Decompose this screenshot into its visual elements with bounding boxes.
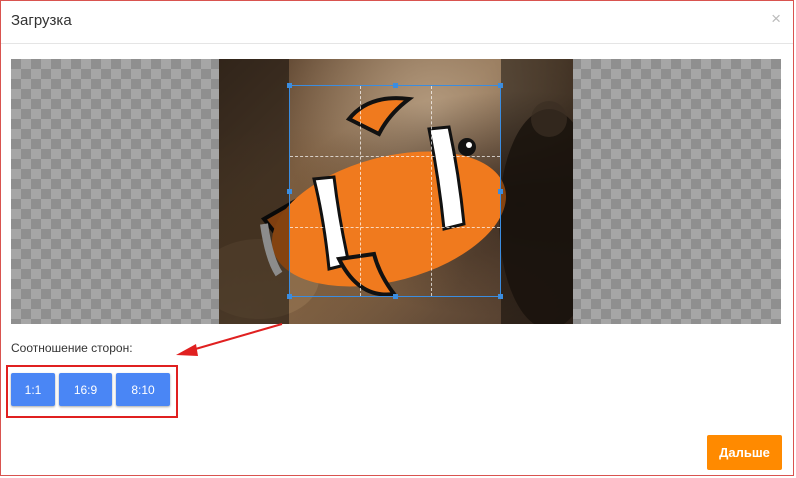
modal-title: Загрузка	[11, 12, 72, 29]
ratio-button-1-1[interactable]: 1:1	[11, 373, 55, 406]
crop-handle-ml[interactable]	[287, 189, 292, 194]
source-image	[219, 59, 573, 324]
crop-handle-bc[interactable]	[393, 294, 398, 299]
crop-guide	[290, 156, 500, 157]
crop-editor[interactable]	[11, 59, 781, 324]
crop-handle-mr[interactable]	[498, 189, 503, 194]
crop-guide	[431, 86, 432, 296]
crop-overlay-left	[219, 59, 289, 324]
crop-handle-br[interactable]	[498, 294, 503, 299]
crop-overlay-right	[501, 59, 573, 324]
aspect-ratio-group: 1:1 16:9 8:10	[6, 365, 178, 418]
close-icon[interactable]: ×	[771, 10, 781, 27]
upload-modal: Загрузка × Соотношение сторон: 1:1 16:9 …	[0, 0, 794, 476]
crop-guide	[290, 227, 500, 228]
crop-handle-tc[interactable]	[393, 83, 398, 88]
crop-handle-bl[interactable]	[287, 294, 292, 299]
crop-box[interactable]	[287, 83, 503, 299]
ratio-button-8-10[interactable]: 8:10	[116, 373, 170, 406]
modal-header: Загрузка ×	[1, 1, 793, 44]
crop-handle-tl[interactable]	[287, 83, 292, 88]
crop-handle-tr[interactable]	[498, 83, 503, 88]
crop-guide	[360, 86, 361, 296]
ratio-button-16-9[interactable]: 16:9	[59, 373, 112, 406]
next-button[interactable]: Дальше	[707, 435, 782, 470]
aspect-ratio-label: Соотношение сторон:	[11, 341, 133, 355]
